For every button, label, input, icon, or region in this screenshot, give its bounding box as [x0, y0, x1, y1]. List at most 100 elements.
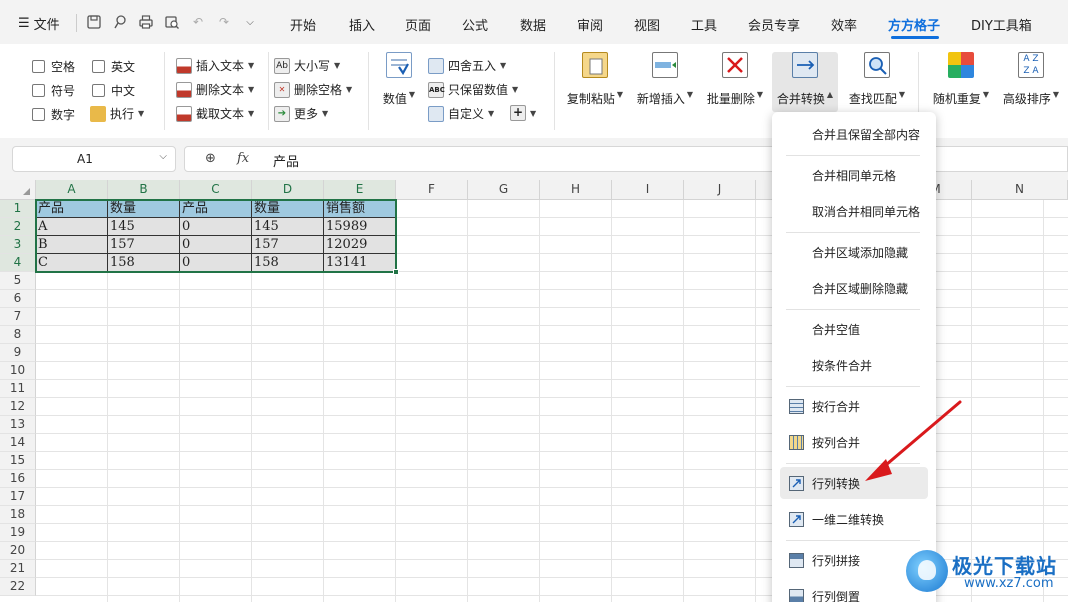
execute-button[interactable]: 执行 ▼ [90, 105, 144, 122]
row-header-21[interactable]: 21 [0, 560, 36, 578]
copy-paste-button[interactable]: 复制粘贴 ▼ [564, 52, 626, 112]
menu-item-merge-keep-all[interactable]: 合并且保留全部内容 [780, 118, 928, 150]
column-header-c[interactable]: C [180, 180, 252, 200]
column-header-j[interactable]: J [684, 180, 756, 200]
row-header-15[interactable]: 15 [0, 452, 36, 470]
checkbox-symbol[interactable]: 符号 [32, 82, 75, 99]
tab-member[interactable]: 会员专享 [748, 15, 800, 34]
checkbox-chinese[interactable]: 中文 [92, 82, 135, 99]
checkbox-space[interactable]: 空格 [32, 58, 75, 75]
tab-fangfanggezi[interactable]: 方方格子 [888, 15, 940, 34]
delete-space-button[interactable]: ✕ 删除空格 ▼ [274, 81, 352, 98]
round-button[interactable]: 四舍五入 ▼ [428, 57, 506, 74]
insert-text-button[interactable]: 插入文本 ▼ [176, 57, 254, 74]
tab-tools[interactable]: 工具 [691, 15, 717, 34]
menu-item-unmerge-same-cells[interactable]: 取消合并相同单元格 [780, 195, 928, 227]
menu-item-transpose[interactable]: 行列转换 [780, 467, 928, 499]
menu-item-merge-same-cells[interactable]: 合并相同单元格 [780, 159, 928, 191]
row-header-20[interactable]: 20 [0, 542, 36, 560]
row-header-12[interactable]: 12 [0, 398, 36, 416]
tab-view[interactable]: 视图 [634, 15, 660, 34]
add-button[interactable]: + ▼ [510, 105, 536, 121]
column-header-h[interactable]: H [540, 180, 612, 200]
column-header-a[interactable]: A [36, 180, 108, 200]
row-header-14[interactable]: 14 [0, 434, 36, 452]
tab-insert[interactable]: 插入 [349, 15, 375, 34]
custom-button[interactable]: 自定义 ▼ [428, 105, 494, 122]
fx-icon[interactable]: fx [237, 151, 249, 166]
batch-delete-button[interactable]: 批量删除 ▼ [704, 52, 766, 112]
file-menu[interactable]: ☰ 文件 [18, 14, 60, 33]
checkbox-box[interactable] [92, 84, 105, 97]
keep-value-button[interactable]: ABC 只保留数值 ▼ [428, 81, 518, 98]
value-button[interactable]: 数值 ▼ [368, 52, 430, 112]
row-header-8[interactable]: 8 [0, 326, 36, 344]
select-all-corner[interactable] [0, 180, 36, 200]
extract-text-icon [176, 105, 192, 122]
row-header-4[interactable]: 4 [0, 254, 36, 272]
row-header-2[interactable]: 2 [0, 218, 36, 236]
row-header-19[interactable]: 19 [0, 524, 36, 542]
row-header-18[interactable]: 18 [0, 506, 36, 524]
find-match-button[interactable]: 查找匹配 ▼ [844, 52, 910, 112]
column-header-g[interactable]: G [468, 180, 540, 200]
row-header-10[interactable]: 10 [0, 362, 36, 380]
checkbox-number[interactable]: 数字 [32, 106, 75, 123]
menu-item-1d-2d-convert[interactable]: 一维二维转换 [780, 503, 928, 535]
row-header-9[interactable]: 9 [0, 344, 36, 362]
tab-diy-toolbox[interactable]: DIY工具箱 [971, 15, 1032, 34]
merge-convert-button[interactable]: 合并转换 ▲ [772, 52, 838, 112]
undo-icon[interactable]: ↶ [188, 12, 208, 32]
row-header-11[interactable]: 11 [0, 380, 36, 398]
row-header-1[interactable]: 1 [0, 200, 36, 218]
menu-item-merge-area-hide[interactable]: 合并区域添加隐藏 [780, 236, 928, 268]
tab-formula[interactable]: 公式 [462, 15, 488, 34]
tab-page[interactable]: 页面 [405, 15, 431, 34]
zoom-icon[interactable]: ⊕ [205, 151, 216, 166]
row-header-13[interactable]: 13 [0, 416, 36, 434]
tab-review[interactable]: 审阅 [577, 15, 603, 34]
menu-item-merge-by-row[interactable]: 按行合并 [780, 390, 928, 422]
column-header-n[interactable]: N [972, 180, 1068, 200]
delete-text-button[interactable]: 删除文本 ▼ [176, 81, 254, 98]
row-header-22[interactable]: 22 [0, 578, 36, 596]
fill-handle[interactable] [393, 269, 399, 275]
tab-data[interactable]: 数据 [520, 15, 546, 34]
row-header-5[interactable]: 5 [0, 272, 36, 290]
column-header-i[interactable]: I [612, 180, 684, 200]
extract-text-button[interactable]: 截取文本 ▼ [176, 105, 254, 122]
checkbox-box[interactable] [32, 108, 45, 121]
column-header-b[interactable]: B [108, 180, 180, 200]
random-repeat-button[interactable]: 随机重复 ▼ [928, 52, 994, 112]
checkbox-box[interactable] [32, 84, 45, 97]
row-header-7[interactable]: 7 [0, 308, 36, 326]
menu-item-merge-empty[interactable]: 合并空值 [780, 313, 928, 345]
menu-item-conditional-merge[interactable]: 按条件合并 [780, 349, 928, 381]
chevron-down-icon[interactable]: ⌵ [159, 151, 167, 162]
save-icon[interactable] [84, 12, 104, 32]
checkbox-english[interactable]: 英文 [92, 58, 135, 75]
add-insert-button[interactable]: 新增插入 ▼ [634, 52, 696, 112]
column-header-f[interactable]: F [396, 180, 468, 200]
case-button[interactable]: Ab 大小写 ▼ [274, 57, 340, 74]
chevron-down-icon[interactable]: ⌵ [240, 12, 260, 32]
menu-item-merge-area-unhide[interactable]: 合并区域删除隐藏 [780, 272, 928, 304]
print-preview-icon[interactable] [162, 12, 182, 32]
row-header-16[interactable]: 16 [0, 470, 36, 488]
tab-start[interactable]: 开始 [290, 15, 316, 34]
format-painter-icon[interactable] [110, 12, 130, 32]
print-icon[interactable] [136, 12, 156, 32]
row-header-6[interactable]: 6 [0, 290, 36, 308]
column-header-d[interactable]: D [252, 180, 324, 200]
name-box[interactable]: A1 ⌵ [12, 146, 176, 172]
checkbox-box[interactable] [92, 60, 105, 73]
row-header-17[interactable]: 17 [0, 488, 36, 506]
row-header-3[interactable]: 3 [0, 236, 36, 254]
tab-efficiency[interactable]: 效率 [831, 15, 857, 34]
checkbox-box[interactable] [32, 60, 45, 73]
column-header-e[interactable]: E [324, 180, 396, 200]
more-button[interactable]: ➔ 更多 ▼ [274, 105, 328, 122]
advanced-sort-button[interactable]: A ZZ A 高级排序 ▼ [998, 52, 1064, 112]
redo-icon[interactable]: ↷ [214, 12, 234, 32]
menu-item-merge-by-column[interactable]: 按列合并 [780, 426, 928, 458]
